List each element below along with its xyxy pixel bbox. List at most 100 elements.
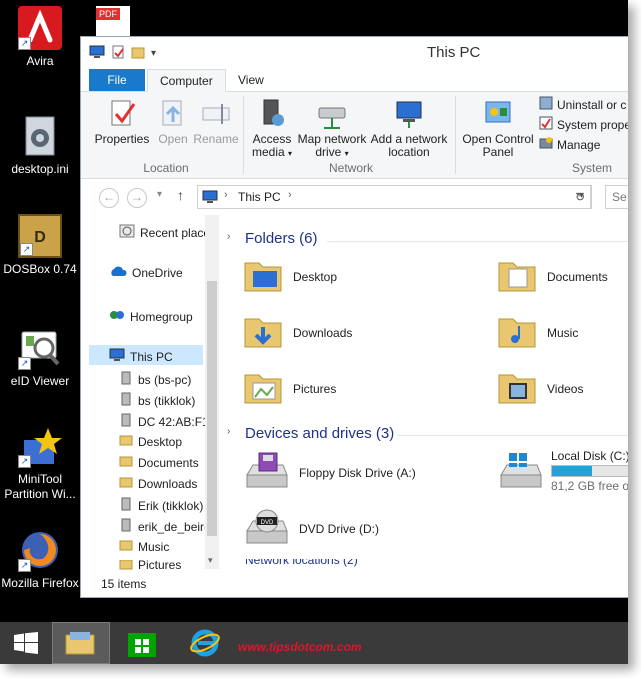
- breadcrumb[interactable]: This PC: [238, 190, 281, 204]
- access-media-button[interactable]: Access media ▾: [249, 98, 295, 160]
- folder-music[interactable]: Music: [497, 311, 578, 354]
- nav-item-erik-tikklok[interactable]: Erik (tikklok): [119, 497, 203, 514]
- folder-label: Documents: [547, 269, 608, 284]
- breadcrumb-chevron-icon: ›: [288, 189, 292, 201]
- uninstall-icon: [539, 96, 553, 115]
- nav-item-documents[interactable]: Documents: [119, 455, 199, 470]
- nav-item-downloads[interactable]: Downloads: [119, 476, 197, 491]
- shortcut-arrow-icon: ↗: [18, 357, 31, 370]
- open-button[interactable]: Open: [153, 98, 193, 146]
- videos-folder-icon: [497, 367, 537, 410]
- nav-label: bs (tikklok): [138, 393, 196, 408]
- nav-item-music[interactable]: Music: [119, 539, 169, 554]
- rename-button[interactable]: Rename: [193, 98, 239, 146]
- pdf-file-icon[interactable]: PDF: [96, 6, 130, 36]
- up-button[interactable]: ↑: [177, 187, 184, 203]
- desktop-icon-label: Mozilla Firefox: [1, 576, 79, 590]
- device-dvd[interactable]: DVD DVD Drive (D:): [243, 507, 379, 550]
- section-toggle-icon[interactable]: ›: [227, 231, 230, 242]
- add-network-location-label: Add a network location: [370, 132, 448, 159]
- folder-label: Music: [547, 325, 579, 340]
- desktop-icon-eid-viewer[interactable]: ↗ eID Viewer: [0, 326, 80, 389]
- desktop: ↗ Avira desktop.ini D ↗ DOSBox 0.74 ↗ eI…: [0, 0, 628, 664]
- section-toggle-icon[interactable]: ›: [227, 426, 230, 437]
- desktop-icon-label: DOSBox 0.74: [3, 262, 77, 276]
- group-separator: [243, 96, 244, 174]
- shortcut-arrow-icon: ↗: [20, 243, 33, 256]
- desktop-icon-label: Avira: [26, 54, 54, 68]
- nav-scrollbar-thumb[interactable]: [207, 281, 217, 536]
- desktop-icon-desktop-ini[interactable]: desktop.ini: [0, 114, 80, 177]
- nav-item-dc[interactable]: DC 42:AB:F1: [119, 413, 209, 430]
- open-icon: [157, 98, 189, 130]
- folder-label: Videos: [547, 381, 584, 396]
- folder-pictures[interactable]: Pictures: [243, 367, 336, 410]
- nav-item-homegroup[interactable]: Homegroup: [109, 307, 193, 326]
- nav-item-desktop[interactable]: Desktop: [119, 434, 182, 449]
- network-drive-icon: [119, 413, 133, 430]
- folder-downloads[interactable]: Downloads: [243, 311, 352, 354]
- nav-item-recent-places[interactable]: Recent place: [119, 223, 210, 242]
- start-button[interactable]: [0, 622, 56, 664]
- quick-access-toolbar: ▾: [89, 45, 156, 62]
- nav-item-this-pc[interactable]: This PC: [109, 348, 173, 365]
- control-panel-icon: [482, 98, 514, 130]
- nav-item-pictures[interactable]: Pictures: [119, 560, 181, 570]
- open-control-panel-button[interactable]: Open Control Panel: [459, 98, 537, 159]
- address-row: ← → ▾ ↑ › This PC › ▾ ↻ Se: [81, 179, 628, 215]
- back-button[interactable]: ←: [99, 188, 119, 208]
- desktop-icon-dosbox[interactable]: D ↗ DOSBox 0.74: [0, 214, 80, 277]
- taskbar-file-explorer-button[interactable]: [52, 622, 110, 664]
- folder-videos[interactable]: Videos: [497, 367, 583, 410]
- tab-file[interactable]: File: [89, 69, 145, 91]
- scroll-down-arrow-icon[interactable]: ▾: [208, 555, 213, 566]
- taskbar-store-button[interactable]: [114, 622, 170, 664]
- ribbon-tabs: File Computer View: [81, 67, 628, 92]
- nav-item-bs-pc[interactable]: bs (bs-pc): [119, 371, 191, 388]
- disk-usage-fill: [552, 466, 592, 476]
- section-header-folders[interactable]: Folders (6): [245, 230, 318, 247]
- nav-item-erik-de-beir[interactable]: erik_de_beir(: [119, 518, 208, 535]
- desktop-icon-minitool[interactable]: ↗ MiniTool Partition Wi...: [0, 424, 80, 502]
- properties-icon: [106, 98, 138, 130]
- nav-item-onedrive[interactable]: OneDrive: [109, 265, 183, 280]
- desktop-icon-avira[interactable]: ↗ Avira: [0, 6, 80, 69]
- chevron-down-icon: ▾: [288, 149, 293, 158]
- desktop-icon-firefox[interactable]: ↗ Mozilla Firefox: [0, 528, 80, 591]
- desktop-folder-icon: [243, 255, 283, 298]
- map-network-drive-button[interactable]: Map network drive ▾: [295, 98, 369, 160]
- folder-icon: [119, 455, 133, 470]
- new-folder-qat-icon[interactable]: [131, 45, 145, 62]
- taskbar-internet-explorer-button[interactable]: [176, 622, 232, 664]
- folder-icon: [119, 560, 133, 570]
- homegroup-icon: [109, 307, 125, 326]
- folder-documents[interactable]: Documents: [497, 255, 608, 298]
- address-bar[interactable]: › This PC › ▾: [197, 185, 591, 209]
- forward-button[interactable]: →: [127, 188, 147, 208]
- section-header-network-partial[interactable]: Network locations (2): [245, 559, 358, 569]
- device-floppy[interactable]: Floppy Disk Drive (A:): [243, 451, 416, 494]
- nav-item-bs-tikklok[interactable]: bs (tikklok): [119, 392, 195, 409]
- manage-icon: [539, 136, 553, 155]
- device-local-disk[interactable]: Local Disk (C:) 81,2 GB free of: [497, 447, 628, 493]
- chevron-down-icon[interactable]: ▾: [157, 189, 162, 200]
- manage-button[interactable]: Manage: [539, 136, 600, 154]
- properties-qat-icon[interactable]: [111, 45, 125, 62]
- uninstall-label: Uninstall or c: [557, 98, 627, 112]
- section-header-devices[interactable]: Devices and drives (3): [245, 425, 394, 442]
- nav-label: erik_de_beir(: [138, 519, 209, 534]
- nav-label: Downloads: [138, 476, 198, 491]
- add-network-location-button[interactable]: Add a network location: [369, 98, 449, 159]
- refresh-button[interactable]: ↻: [569, 185, 592, 209]
- chevron-down-icon[interactable]: ▾: [151, 48, 156, 59]
- tab-view[interactable]: View: [226, 69, 276, 91]
- content-pane: › Folders (6) Desktop Documents Download…: [221, 215, 628, 569]
- search-input[interactable]: Se: [605, 185, 628, 209]
- tab-computer[interactable]: Computer: [147, 69, 226, 92]
- uninstall-button[interactable]: Uninstall or c: [539, 96, 626, 114]
- folder-desktop[interactable]: Desktop: [243, 255, 337, 298]
- system-properties-button[interactable]: System prope: [539, 116, 628, 134]
- section-divider: [397, 435, 628, 436]
- nav-label: DC 42:AB:F1: [138, 414, 209, 429]
- properties-button[interactable]: Properties: [93, 98, 151, 146]
